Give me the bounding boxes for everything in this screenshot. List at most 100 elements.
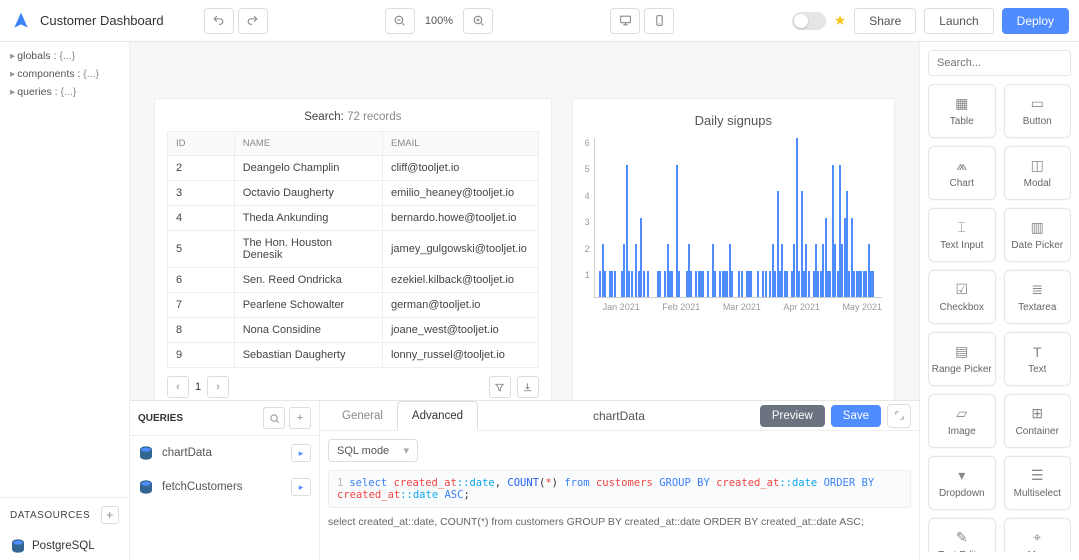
cell-name: Octavio Daugherty: [234, 181, 382, 206]
table-row[interactable]: 4Theda Ankundingbernardo.howe@tooljet.io: [168, 206, 539, 231]
tree-queries[interactable]: ▸queries : {...}: [10, 86, 119, 98]
run-query-button[interactable]: ▸: [291, 444, 311, 462]
widget-multiselect[interactable]: ☰Multiselect: [1004, 456, 1072, 510]
tree-components[interactable]: ▸components : {...}: [10, 68, 119, 80]
cell-email: ezekiel.kilback@tooljet.io: [382, 268, 538, 293]
table-row[interactable]: 2Deangelo Champlincliff@tooljet.io: [168, 156, 539, 181]
query-item[interactable]: fetchCustomers▸: [130, 470, 319, 504]
table-widget[interactable]: Search: 72 records ID NAME EMAIL 2Deange…: [154, 98, 552, 400]
sql-mode-select[interactable]: SQL mode▾: [328, 439, 418, 462]
component-search-input[interactable]: [928, 50, 1071, 76]
widget-label: Dropdown: [939, 488, 985, 499]
widget-icon: ▤: [955, 344, 968, 360]
save-button[interactable]: Save: [831, 405, 881, 427]
widget-icon: ⌶: [958, 220, 966, 236]
app-logo-icon: [10, 10, 32, 32]
run-query-button[interactable]: ▸: [291, 478, 311, 496]
widget-table[interactable]: ▦ Table: [928, 84, 996, 138]
redo-button[interactable]: [238, 8, 268, 34]
data-table: ID NAME EMAIL 2Deangelo Champlincliff@to…: [167, 131, 539, 368]
zoom-in-button[interactable]: [463, 8, 493, 34]
tree-globals[interactable]: ▸globals : {...}: [10, 50, 119, 62]
datasources-heading: DATASOURCES: [10, 510, 90, 521]
widget-chart[interactable]: ⩕Chart: [928, 146, 996, 200]
deploy-button[interactable]: Deploy: [1002, 8, 1069, 34]
cell-email: german@tooljet.io: [382, 293, 538, 318]
cell-id: 8: [168, 318, 235, 343]
launch-button[interactable]: Launch: [924, 8, 993, 34]
cell-name: Deangelo Champlin: [234, 156, 382, 181]
cell-name: Sebastian Daugherty: [234, 343, 382, 368]
widget-label: Image: [948, 426, 976, 437]
table-row[interactable]: 7Pearlene Schowaltergerman@tooljet.io: [168, 293, 539, 318]
zoom-out-button[interactable]: [385, 8, 415, 34]
widget-text-editor[interactable]: ✎Text Editor: [928, 518, 996, 552]
page-next-button[interactable]: ›: [207, 376, 229, 398]
sql-editor[interactable]: 1select created_at::date, COUNT(*) from …: [328, 470, 911, 508]
col-id[interactable]: ID: [168, 132, 235, 156]
widget-text-input[interactable]: ⌶Text Input: [928, 208, 996, 262]
tab-advanced[interactable]: Advanced: [397, 401, 478, 431]
cell-id: 4: [168, 206, 235, 231]
widget-label: Date Picker: [1011, 240, 1063, 251]
widget-textarea[interactable]: ≣Textarea: [1004, 270, 1072, 324]
add-query-button[interactable]: +: [289, 407, 311, 429]
chart-plot: [594, 138, 882, 298]
widget-image[interactable]: ▱Image: [928, 394, 996, 448]
star-icon: ★: [834, 12, 847, 29]
table-row[interactable]: 6Sen. Reed Ondrickaezekiel.kilback@toolj…: [168, 268, 539, 293]
preview-button[interactable]: Preview: [760, 405, 825, 427]
desktop-preview-button[interactable]: [610, 8, 640, 34]
widget-modal[interactable]: ◫Modal: [1004, 146, 1072, 200]
widget-label: Container: [1016, 426, 1059, 437]
widget-icon: ▦: [955, 96, 968, 112]
mobile-preview-button[interactable]: [644, 8, 674, 34]
query-item-label: chartData: [162, 447, 212, 459]
widget-range-picker[interactable]: ▤Range Picker: [928, 332, 996, 386]
download-button[interactable]: [517, 376, 539, 398]
widget-container[interactable]: ⊞Container: [1004, 394, 1072, 448]
add-datasource-button[interactable]: +: [101, 506, 119, 524]
expand-query-button[interactable]: [887, 404, 911, 428]
left-panel: ▸globals : {...} ▸components : {...} ▸qu…: [0, 42, 130, 560]
widget-icon: ⩕: [956, 158, 967, 174]
undo-button[interactable]: [204, 8, 234, 34]
widget-label: Textarea: [1018, 302, 1056, 313]
col-email[interactable]: EMAIL: [382, 132, 538, 156]
table-row[interactable]: 5The Hon. Houston Denesikjamey_gulgowski…: [168, 231, 539, 268]
cell-id: 9: [168, 343, 235, 368]
table-search-label: Search:: [304, 111, 344, 123]
canvas[interactable]: Search: 72 records ID NAME EMAIL 2Deange…: [130, 42, 919, 400]
widget-map[interactable]: ⌖Map: [1004, 518, 1072, 552]
table-row[interactable]: 8Nona Considinejoane_west@tooljet.io: [168, 318, 539, 343]
tab-general[interactable]: General: [328, 402, 397, 430]
table-row[interactable]: 9Sebastian Daughertylonny_russel@tooljet…: [168, 343, 539, 368]
widget-label: Table: [950, 116, 974, 127]
share-button[interactable]: Share: [854, 8, 916, 34]
cell-email: lonny_russel@tooljet.io: [382, 343, 538, 368]
widget-button[interactable]: ▭Button: [1004, 84, 1072, 138]
chart-widget[interactable]: Daily signups 654321 Jan 2021Feb 2021Mar…: [572, 98, 895, 400]
filter-button[interactable]: [489, 376, 511, 398]
cell-name: Theda Ankunding: [234, 206, 382, 231]
cell-name: Pearlene Schowalter: [234, 293, 382, 318]
query-panel: QUERIES + chartData▸fetchCustomers▸ Gene…: [130, 400, 919, 560]
cell-email: jamey_gulgowski@tooljet.io: [382, 231, 538, 268]
search-queries-button[interactable]: [263, 407, 285, 429]
datasource-postgresql[interactable]: PostgreSQL: [0, 532, 129, 560]
table-record-count: 72 records: [347, 111, 401, 123]
widget-checkbox[interactable]: ☑Checkbox: [928, 270, 996, 324]
query-item[interactable]: chartData ▸: [130, 436, 319, 470]
chart-x-axis: Jan 2021Feb 2021Mar 2021Apr 2021May 2021: [603, 302, 882, 312]
page-number: 1: [195, 381, 201, 393]
col-name[interactable]: NAME: [234, 132, 382, 156]
widget-date-picker[interactable]: ▥Date Picker: [1004, 208, 1072, 262]
widget-dropdown[interactable]: ▾ Dropdown: [928, 456, 996, 510]
widget-icon: ▾: [958, 468, 965, 484]
widget-icon: ✎: [956, 530, 968, 546]
widget-icon: ☑: [955, 282, 968, 298]
dark-mode-toggle[interactable]: [792, 12, 826, 30]
table-row[interactable]: 3Octavio Daughertyemilio_heaney@tooljet.…: [168, 181, 539, 206]
widget-text[interactable]: TText: [1004, 332, 1072, 386]
page-prev-button[interactable]: ‹: [167, 376, 189, 398]
